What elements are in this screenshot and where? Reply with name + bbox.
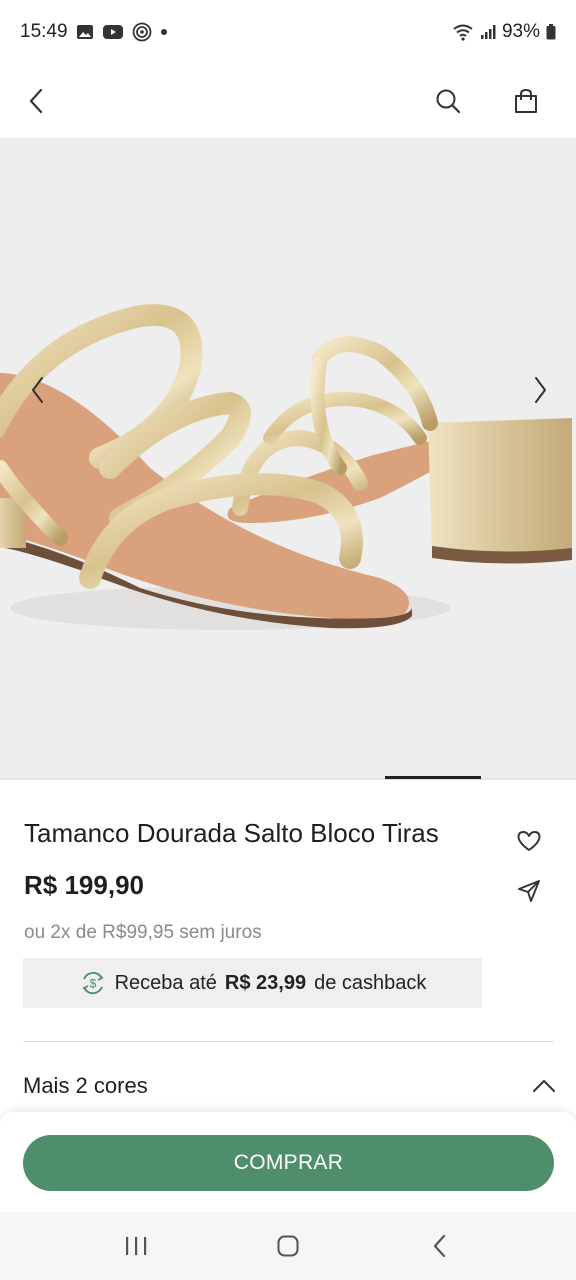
gallery-indicator-track <box>0 778 576 780</box>
chevron-left-icon <box>29 88 43 114</box>
product-image-gallery[interactable] <box>0 138 576 778</box>
more-colors-label: Mais 2 cores <box>23 1073 148 1098</box>
recents-icon <box>126 1237 147 1255</box>
battery-icon <box>546 24 556 40</box>
favorite-button[interactable] <box>512 824 546 858</box>
bag-button[interactable] <box>508 83 544 119</box>
chevron-left-icon <box>32 377 43 403</box>
installments-text: ou 2x de R$99,95 sem juros <box>24 922 262 943</box>
cashback-prefix: Receba até <box>114 971 217 994</box>
cashback-amount: R$ 23,99 <box>224 971 307 994</box>
share-button[interactable] <box>512 874 546 908</box>
podcast-icon <box>132 22 152 42</box>
signal-icon <box>480 24 496 40</box>
dot-icon <box>160 28 168 36</box>
divider <box>23 1041 554 1042</box>
send-icon <box>518 880 540 902</box>
back-nav-button[interactable] <box>416 1222 464 1270</box>
home-button[interactable] <box>264 1222 312 1270</box>
more-colors-toggle[interactable]: Mais 2 cores <box>23 1062 559 1110</box>
header-actions <box>430 83 544 119</box>
buy-bar: COMPRAR <box>0 1112 576 1212</box>
app-header <box>0 64 576 138</box>
system-nav-bar <box>0 1212 576 1280</box>
status-time: 15:49 <box>20 21 68 42</box>
youtube-icon <box>102 24 124 40</box>
svg-text:$: $ <box>89 977 96 991</box>
chevron-up-icon <box>529 1071 559 1101</box>
home-icon <box>277 1235 299 1257</box>
product-price: R$ 199,90 <box>24 870 144 900</box>
shopping-bag-icon <box>515 88 537 113</box>
buy-button[interactable]: COMPRAR <box>23 1135 554 1191</box>
gallery-prev-button[interactable] <box>20 372 56 408</box>
status-bar: 15:49 93% <box>0 0 576 64</box>
cashback-icon: $ <box>82 971 104 995</box>
battery-level: 93% <box>501 21 540 42</box>
status-left: 15:49 <box>20 21 168 43</box>
status-right: 93% <box>452 21 556 43</box>
gallery-indicator <box>385 776 481 779</box>
product-title: Tamanco Dourada Salto Bloco Tiras <box>24 818 439 848</box>
search-icon <box>436 89 461 114</box>
gallery-next-button[interactable] <box>522 372 558 408</box>
cashback-suffix: de cashback <box>314 971 427 994</box>
recents-button[interactable] <box>112 1222 160 1270</box>
image-icon <box>76 24 94 40</box>
cashback-banner: $ Receba até R$ 23,99 de cashback <box>23 958 482 1008</box>
back-icon <box>433 1234 446 1258</box>
back-button[interactable] <box>18 83 54 119</box>
heart-icon <box>517 831 541 851</box>
search-button[interactable] <box>430 83 466 119</box>
chevron-right-icon <box>535 377 546 403</box>
wifi-icon <box>452 23 474 41</box>
product-image <box>0 304 572 630</box>
